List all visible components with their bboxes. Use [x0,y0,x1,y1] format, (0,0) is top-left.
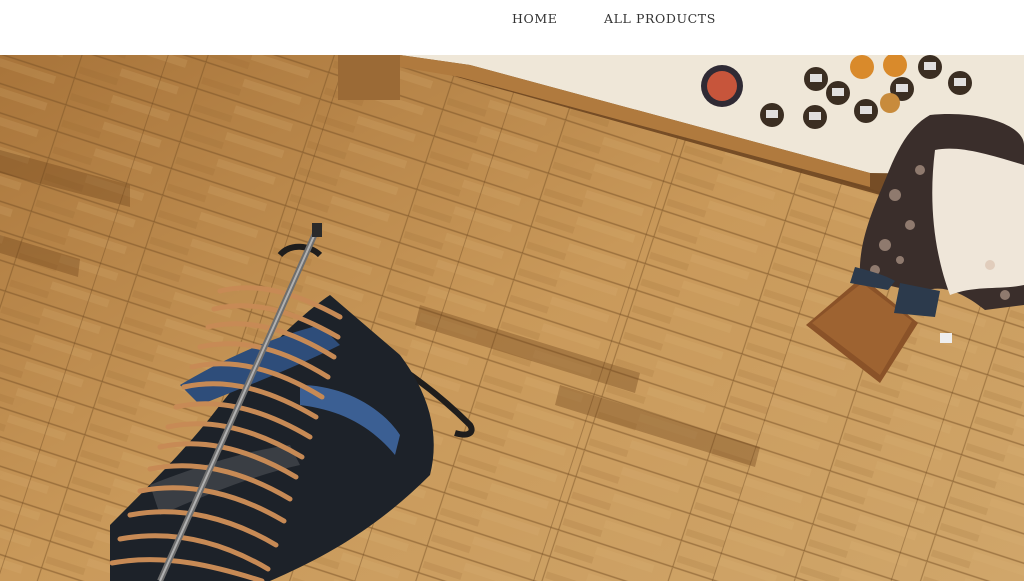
hero-photo-illustration [0,55,1024,581]
hero-image [0,55,1024,581]
top-navigation: HOME ALL PRODUCTS [0,0,1024,55]
nav-home-link[interactable]: HOME [512,11,557,26]
nav-all-products-link[interactable]: ALL PRODUCTS [604,11,716,26]
